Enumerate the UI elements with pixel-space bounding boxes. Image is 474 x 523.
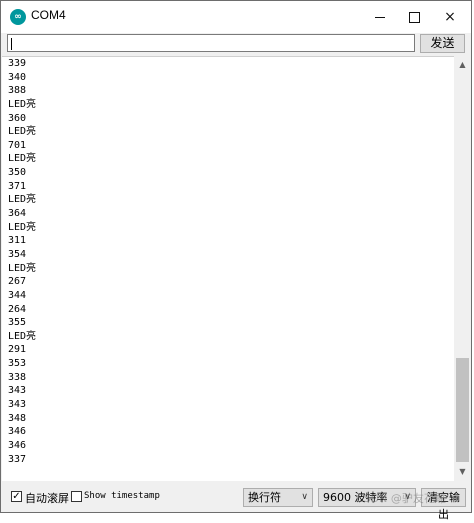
serial-monitor-window: ∞ COM4 × 发送 339 340 388 LED亮 360 LED亮 701 LED亮 3… bbox=[0, 0, 472, 521]
output-line: 701 bbox=[8, 139, 27, 151]
output-line: 360 bbox=[8, 112, 27, 124]
title-bar: ∞ COM4 × bbox=[1, 1, 471, 33]
output-line: LED亮 bbox=[8, 330, 37, 342]
timestamp-checkbox[interactable] bbox=[71, 491, 82, 502]
output-line: 354 bbox=[8, 248, 27, 260]
output-line: 346 bbox=[8, 426, 27, 438]
autoscroll-label: 自动滚屏 bbox=[25, 492, 69, 505]
maximize-icon bbox=[408, 11, 420, 23]
send-input[interactable] bbox=[7, 34, 415, 52]
output-line: LED亮 bbox=[8, 262, 37, 274]
output-line: 343 bbox=[8, 385, 27, 397]
timestamp-label: Show timestamp bbox=[84, 491, 160, 501]
output-line: 264 bbox=[8, 303, 27, 315]
autoscroll-checkbox[interactable]: ✓ bbox=[11, 491, 22, 502]
close-icon: × bbox=[444, 9, 456, 25]
output-line: 340 bbox=[8, 71, 27, 83]
output-line: 348 bbox=[8, 412, 27, 424]
scroll-up-icon[interactable]: ▲ bbox=[454, 56, 471, 73]
text-caret bbox=[11, 38, 12, 50]
line-ending-select[interactable]: 换行符 ∨ bbox=[243, 488, 313, 507]
scroll-down-icon[interactable]: ▼ bbox=[454, 463, 471, 480]
output-line: LED亮 bbox=[8, 153, 37, 165]
output-line: LED亮 bbox=[8, 221, 37, 233]
output-line: 337 bbox=[8, 453, 27, 465]
serial-output[interactable]: 339 340 388 LED亮 360 LED亮 701 LED亮 350 371 LED亮 364… bbox=[2, 56, 454, 481]
send-row: 发送 bbox=[1, 33, 471, 56]
output-line: 364 bbox=[8, 208, 27, 220]
output-line: 311 bbox=[8, 235, 27, 247]
output-line: 339 bbox=[8, 58, 27, 69]
output-line: 346 bbox=[8, 439, 27, 451]
line-ending-value: 换行符 bbox=[248, 491, 281, 504]
vertical-scrollbar[interactable]: ▲ ▼ bbox=[454, 56, 471, 480]
output-line: 355 bbox=[8, 317, 27, 329]
arduino-icon: ∞ bbox=[10, 9, 26, 25]
output-line: 344 bbox=[8, 289, 27, 301]
output-line: 267 bbox=[8, 276, 27, 288]
output-line: 338 bbox=[8, 371, 27, 383]
output-line: 388 bbox=[8, 85, 27, 97]
scrollbar-thumb[interactable] bbox=[456, 358, 469, 462]
output-line: 371 bbox=[8, 180, 27, 192]
chevron-down-icon: ∨ bbox=[301, 492, 308, 502]
output-line: LED亮 bbox=[8, 98, 37, 110]
send-button[interactable]: 发送 bbox=[420, 34, 465, 53]
output-line: 343 bbox=[8, 399, 27, 411]
minimize-icon bbox=[375, 16, 385, 18]
close-button[interactable]: × bbox=[427, 1, 473, 33]
watermark: CSDN @驴友花雕 bbox=[356, 492, 446, 505]
output-line: 291 bbox=[8, 344, 27, 356]
window-title: COM4 bbox=[31, 8, 66, 22]
output-line: 353 bbox=[8, 358, 27, 370]
output-line: LED亮 bbox=[8, 194, 37, 206]
checkmark-icon: ✓ bbox=[12, 491, 21, 502]
output-line: 350 bbox=[8, 167, 27, 179]
output-line: LED亮 bbox=[8, 126, 37, 138]
